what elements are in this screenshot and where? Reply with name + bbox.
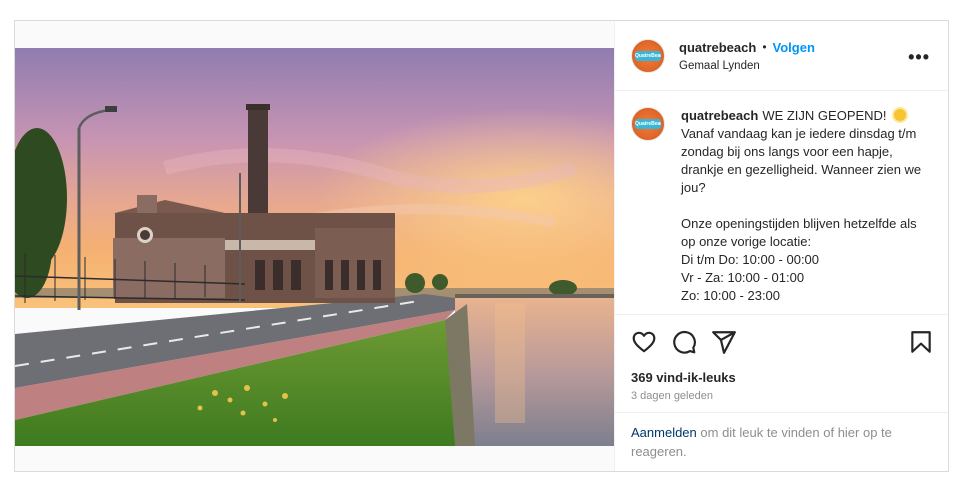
post-media[interactable] <box>15 21 614 471</box>
comment-icon[interactable] <box>671 329 697 355</box>
heart-icon[interactable] <box>631 329 657 355</box>
likes-count[interactable]: 369 vind-ik-leuks <box>615 368 948 388</box>
sun-emoji-icon <box>894 109 907 122</box>
post-date[interactable]: 3 dagen geleden <box>615 390 948 412</box>
sunset-pumping-station-photo <box>15 48 614 446</box>
more-options-icon[interactable]: ••• <box>908 47 930 68</box>
account-avatar[interactable]: QuatreBeach <box>631 38 665 73</box>
post-header: QuatreBeach quatrebeach • Volgen Gemaal … <box>615 21 948 92</box>
caption-text: quatrebeach WE ZIJN GEOPEND! Vanaf vandaa… <box>681 107 931 314</box>
username-link[interactable]: quatrebeach <box>679 40 756 55</box>
location-link[interactable]: Gemaal Lynden <box>679 60 815 72</box>
separator-dot: • <box>762 40 767 55</box>
header-text: quatrebeach • Volgen Gemaal Lynden <box>679 40 815 72</box>
avatar-logo-text: QuatreBeach <box>635 119 661 130</box>
login-prompt: Aanmelden om dit leuk te vinden of hier … <box>615 412 948 471</box>
avatar-logo-text: QuatreBeach <box>635 50 661 61</box>
instagram-post: QuatreBeach quatrebeach • Volgen Gemaal … <box>14 20 949 472</box>
caption-headline: WE ZIJN GEOPEND! <box>762 108 891 124</box>
save-icon[interactable] <box>908 329 934 355</box>
caption-area: QuatreBeach quatrebeach WE ZIJN GEOPEND! … <box>615 91 948 315</box>
post-photo[interactable] <box>15 48 614 446</box>
caption-avatar[interactable]: QuatreBeach <box>631 107 665 142</box>
header-line: quatrebeach • Volgen <box>679 40 815 55</box>
action-bar <box>615 315 948 368</box>
share-icon[interactable] <box>711 329 737 355</box>
follow-button[interactable]: Volgen <box>773 40 815 55</box>
caption-body: Vanaf vandaag kan je iedere dinsdag t/m … <box>681 126 922 304</box>
post-sidebar: QuatreBeach quatrebeach • Volgen Gemaal … <box>614 21 948 471</box>
login-link[interactable]: Aanmelden <box>631 425 697 440</box>
caption-username-link[interactable]: quatrebeach <box>681 108 758 123</box>
